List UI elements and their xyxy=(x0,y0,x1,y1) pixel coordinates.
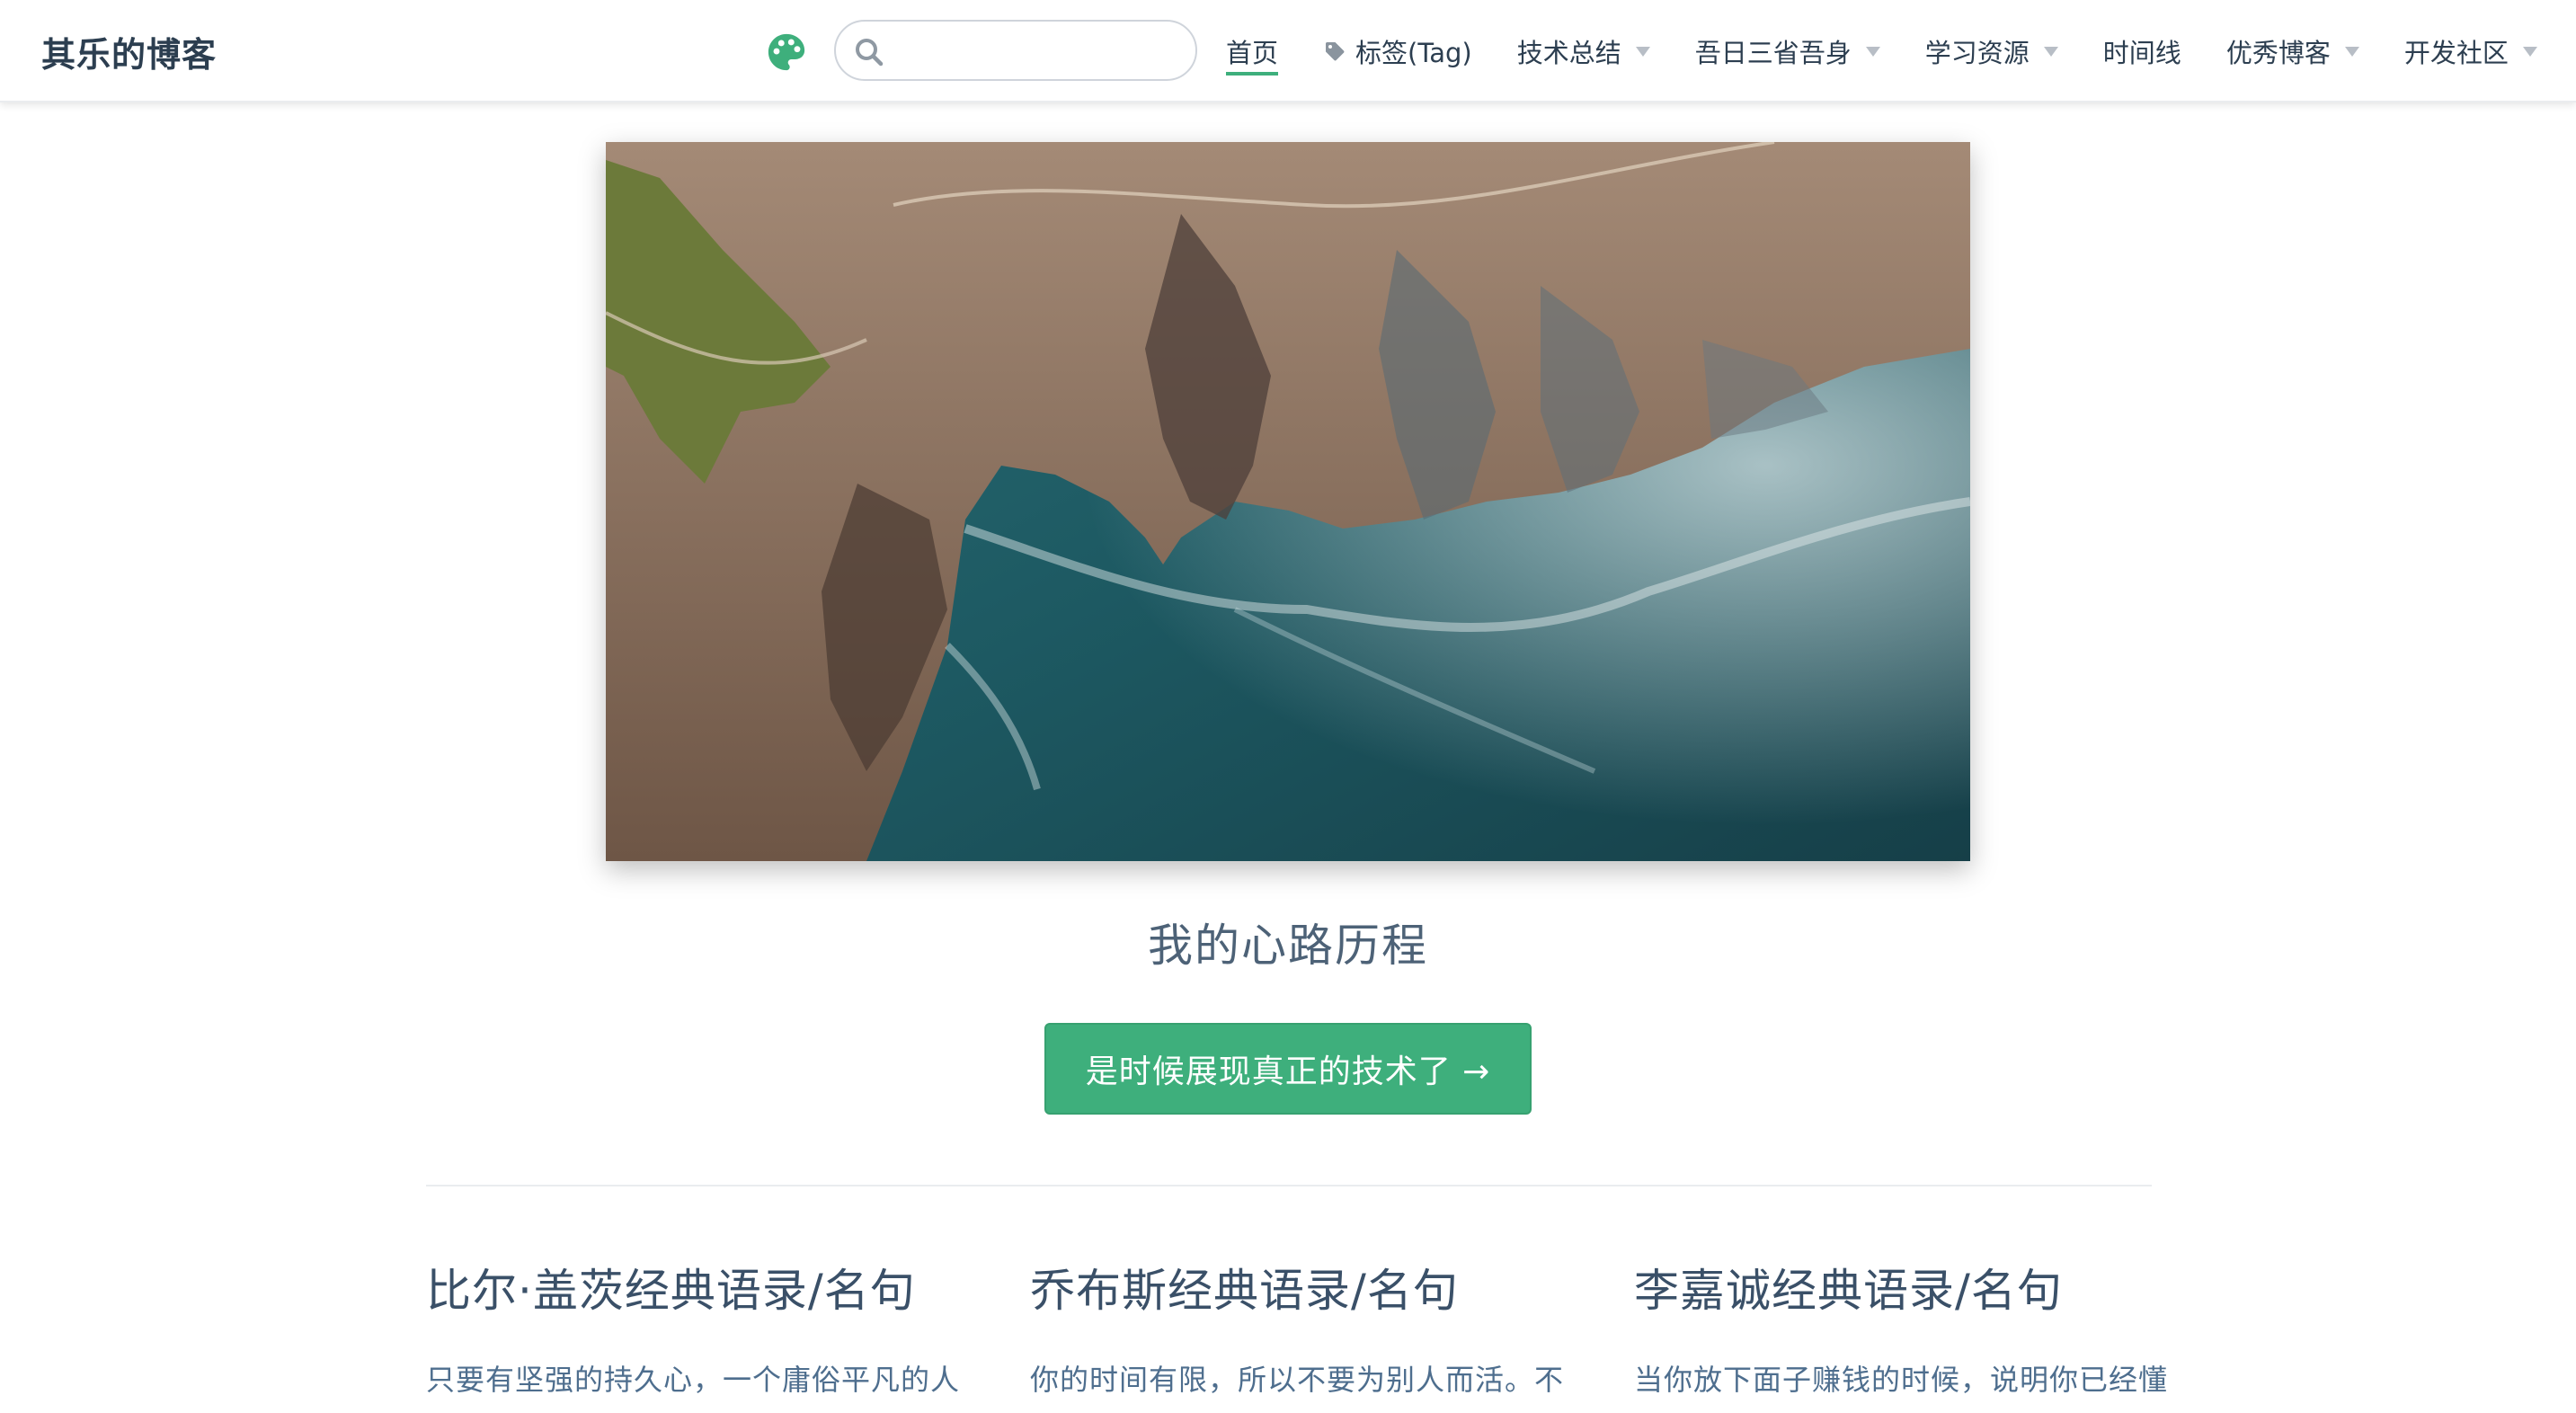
feature-steve-jobs: 乔布斯经典语录/名句 你的时间有限，所以不要为别人而活。不 xyxy=(1030,1255,1587,1399)
nav-item-label: 学习资源 xyxy=(1924,38,2030,68)
nav-links: 首页 标签(Tag) 技术总结 吾日三省吾身 学习资源 时间线 优秀博客 开发社… xyxy=(1226,0,2576,102)
chevron-down-icon xyxy=(2043,46,2058,57)
nav-item-timeline[interactable]: 时间线 xyxy=(2103,0,2181,102)
hero-description: 我的心路历程 xyxy=(1148,920,1428,972)
divider xyxy=(426,1185,2152,1186)
site-name[interactable]: 其乐的博客 xyxy=(41,27,217,76)
nav-item-label: 技术总结 xyxy=(1516,38,1621,68)
nav-item-label: 首页 xyxy=(1226,38,1279,68)
hero-image xyxy=(606,142,1970,861)
feature-details: 你的时间有限，所以不要为别人而活。不 xyxy=(1030,1363,1565,1397)
nav-item-label: 优秀博客 xyxy=(2225,38,2331,68)
feature-details: 只要有坚强的持久心，一个庸俗平凡的人 xyxy=(426,1363,961,1397)
search-icon xyxy=(856,39,884,67)
tag-icon xyxy=(1326,42,1345,61)
chevron-down-icon xyxy=(1635,46,1650,57)
palette-icon[interactable] xyxy=(766,31,807,73)
nav-item-home[interactable]: 首页 xyxy=(1226,0,1279,102)
feature-title[interactable]: 乔布斯经典语录/名句 xyxy=(1030,1255,1587,1320)
search-input[interactable] xyxy=(893,31,1181,72)
nav-item-learning-resources[interactable]: 学习资源 xyxy=(1925,0,2058,102)
feature-title[interactable]: 比尔·盖茨经典语录/名句 xyxy=(426,1255,983,1320)
chevron-down-icon xyxy=(1865,46,1880,57)
feature-li-ka-shing: 李嘉诚经典语录/名句 当你放下面子赚钱的时候，说明你已经懂 xyxy=(1634,1255,2191,1399)
nav-item-self-reflection[interactable]: 吾日三省吾身 xyxy=(1695,0,1880,102)
nav-item-tags[interactable]: 标签(Tag) xyxy=(1323,0,1472,102)
feature-bill-gates: 比尔·盖茨经典语录/名句 只要有坚强的持久心，一个庸俗平凡的人 xyxy=(426,1255,983,1399)
nav-item-tech-summary[interactable]: 技术总结 xyxy=(1517,0,1650,102)
chevron-down-icon xyxy=(2522,46,2537,57)
nav-item-excellent-blogs[interactable]: 优秀博客 xyxy=(2226,0,2359,102)
nav-item-label: 吾日三省吾身 xyxy=(1694,38,1852,68)
navbar: 其乐的博客 首页 标签(Tag) 技术总结 吾日三省吾身 学习资源 时间线 优秀… xyxy=(0,0,2576,102)
nav-item-label: 时间线 xyxy=(2102,38,2181,68)
feature-title[interactable]: 李嘉诚经典语录/名句 xyxy=(1634,1255,2191,1320)
search-box[interactable] xyxy=(834,20,1197,81)
action-button[interactable]: 是时候展现真正的技术了 → xyxy=(1044,1023,1532,1115)
feature-details: 当你放下面子赚钱的时候，说明你已经懂 xyxy=(1634,1363,2169,1397)
chevron-down-icon xyxy=(2344,46,2359,57)
nav-item-dev-community[interactable]: 开发社区 xyxy=(2404,0,2537,102)
nav-item-label: 标签(Tag) xyxy=(1355,38,1472,68)
nav-item-label: 开发社区 xyxy=(2403,38,2509,68)
